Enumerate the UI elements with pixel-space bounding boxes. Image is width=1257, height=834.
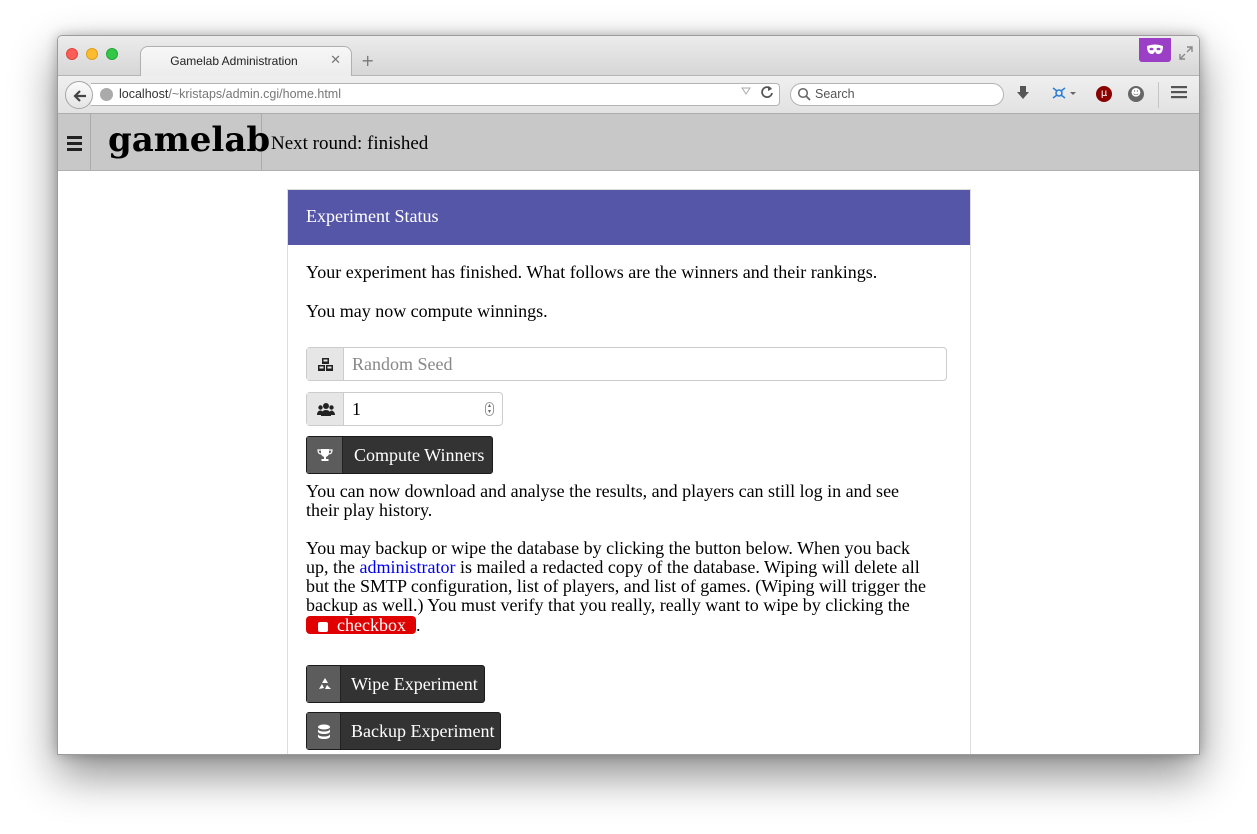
compute-winners-label: Compute Winners	[354, 445, 485, 465]
app-header: gamelab Next round: finished	[58, 114, 1199, 171]
url-path: /~kristaps/admin.cgi/home.html	[168, 87, 341, 101]
random-seed-placeholder: Random Seed	[352, 354, 453, 374]
tab-close-icon[interactable]: ✕	[330, 53, 341, 68]
recycle-icon	[307, 666, 341, 702]
minimize-window-button[interactable]	[86, 48, 98, 60]
reload-icon[interactable]	[760, 85, 774, 103]
browser-menu-icon[interactable]	[1171, 84, 1187, 103]
brand-logo[interactable]: gamelab	[91, 114, 270, 170]
back-button[interactable]	[65, 81, 93, 109]
winners-count-value: 1	[352, 399, 361, 419]
database-icon	[307, 713, 341, 749]
maximize-window-button[interactable]	[106, 48, 118, 60]
wipe-experiment-label: Wipe Experiment	[351, 674, 478, 694]
number-stepper[interactable]: ▴ ▾	[485, 402, 494, 416]
checkbox-square-icon	[318, 622, 328, 632]
private-mask-icon[interactable]	[1139, 38, 1171, 62]
checkbox-period: .	[415, 615, 421, 635]
chat-addon-icon[interactable]: ☻	[1128, 86, 1144, 102]
toolbar-separator	[1158, 82, 1159, 108]
ublock-icon[interactable]: μ	[1096, 86, 1112, 102]
download-icon[interactable]	[1016, 85, 1030, 105]
close-window-button[interactable]	[66, 48, 78, 60]
new-tab-button[interactable]: +	[361, 51, 374, 70]
panel-header: Experiment Status	[288, 190, 970, 245]
tab-title: Gamelab Administration	[170, 54, 298, 68]
url-host: localhost	[119, 87, 169, 101]
wipe-experiment-button[interactable]: Wipe Experiment	[306, 665, 485, 703]
wipe-note-line4: backup as well.) You must verify that yo…	[306, 595, 910, 615]
winners-count-field[interactable]: 1 ▴ ▾	[306, 392, 503, 426]
backup-experiment-label: Backup Experiment	[351, 721, 495, 741]
url-bar[interactable]: localhost/~kristaps/admin.cgi/home.html	[91, 83, 780, 106]
browser-window: Gamelab Administration ✕ + localhost/~kr…	[57, 35, 1200, 755]
tab-gamelab-administration[interactable]: Gamelab Administration ✕	[140, 46, 352, 77]
back-arrow-icon	[73, 90, 86, 102]
fullscreen-icon[interactable]	[1179, 46, 1193, 64]
intro-text: Your experiment has finished. What follo…	[306, 262, 878, 282]
panel-title: Experiment Status	[306, 206, 439, 226]
wipe-note-line2: up, the administrator is mailed a redact…	[306, 558, 920, 577]
download-note-line1: You can now download and analyse the res…	[306, 481, 900, 501]
search-placeholder: Search	[815, 87, 855, 101]
search-bar[interactable]: Search	[790, 83, 1004, 106]
backup-experiment-button[interactable]: Backup Experiment	[306, 712, 501, 750]
random-seed-field[interactable]: Random Seed	[306, 347, 947, 381]
wipe-note-line3: but the SMTP configuration, list of play…	[306, 576, 927, 596]
wipe-confirm-checkbox[interactable]: checkbox	[306, 616, 416, 634]
cubes-icon	[307, 348, 344, 380]
hamburger-menu-icon[interactable]	[58, 114, 91, 170]
wipe-note-line1: You may backup or wipe the database by c…	[306, 538, 911, 558]
trophy-icon	[307, 437, 343, 473]
navigation-toolbar: localhost/~kristaps/admin.cgi/home.html …	[58, 76, 1199, 114]
users-icon	[307, 393, 344, 425]
experiment-status-panel: Experiment Status Your experiment has fi…	[287, 189, 971, 754]
network-addon-icon[interactable]	[1051, 85, 1077, 105]
wipe-note-line2-post: is mailed a redacted copy of the databas…	[455, 557, 920, 577]
administrator-link[interactable]: administrator	[360, 557, 456, 577]
download-note-line2: their play history.	[306, 500, 433, 520]
tab-bar: Gamelab Administration ✕ +	[58, 36, 1199, 77]
url-history-dropdown-icon[interactable]	[741, 87, 751, 98]
compute-note-text: You may now compute winnings.	[306, 301, 548, 321]
page-content: gamelab Next round: finished Experiment …	[58, 114, 1199, 754]
globe-icon	[100, 88, 113, 101]
checkbox-line: checkbox.	[306, 616, 420, 635]
search-icon	[797, 87, 811, 101]
next-round-status: Next round: finished	[271, 133, 429, 154]
checkbox-label: checkbox	[337, 615, 406, 635]
wipe-note-line2-pre: up, the	[306, 557, 360, 577]
compute-winners-button[interactable]: Compute Winners	[306, 436, 493, 474]
url-text[interactable]: localhost/~kristaps/admin.cgi/home.html	[119, 87, 341, 101]
